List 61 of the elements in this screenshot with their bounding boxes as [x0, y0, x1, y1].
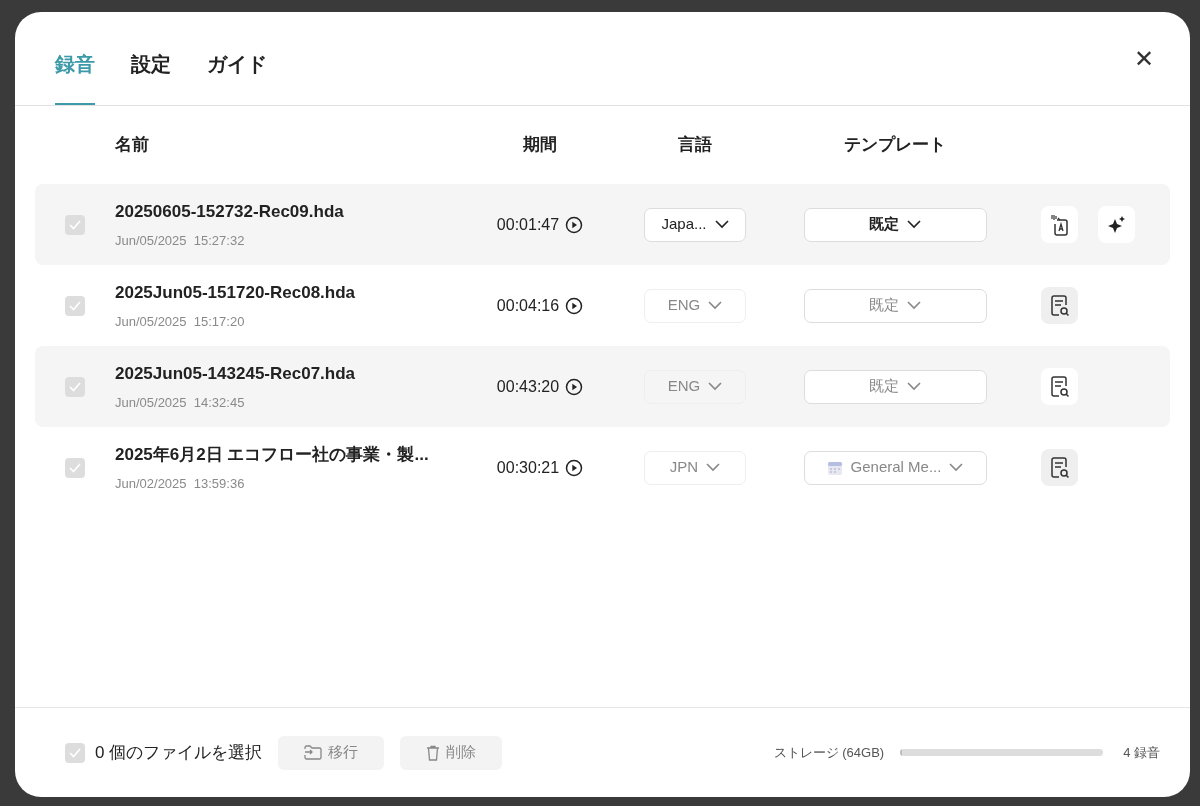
chevron-down-icon [949, 463, 964, 472]
play-icon[interactable] [565, 296, 584, 315]
check-icon [69, 462, 81, 473]
tab[interactable]: ガイド [207, 49, 267, 105]
document-search-icon [1049, 294, 1070, 317]
column-header: 期間 [522, 134, 558, 157]
ai-button[interactable] [1098, 206, 1135, 243]
selection-count: 0 個のファイルを選択 [95, 741, 263, 764]
chevron-down-icon [708, 382, 723, 391]
trash-icon [426, 744, 441, 761]
file-name: 20250605-152732-Rec09.hda [115, 201, 345, 223]
play-icon[interactable] [565, 377, 584, 396]
file-date: Jun/05/2025 15:17:20 [115, 312, 246, 331]
duration-text: 00:30:21 [496, 457, 560, 478]
column-header: 名前 [115, 134, 150, 157]
chevron-down-icon [714, 220, 729, 229]
summary-button[interactable] [1041, 449, 1078, 486]
language-dropdown[interactable]: Japa... [644, 207, 746, 242]
document-search-icon [1049, 456, 1070, 479]
check-icon [69, 300, 81, 311]
checkbox[interactable] [65, 214, 85, 235]
check-icon [69, 381, 81, 392]
check-icon [69, 219, 81, 230]
duration-text: 00:01:47 [496, 214, 560, 235]
check-icon [69, 747, 81, 758]
checkbox[interactable] [65, 295, 85, 316]
play-icon[interactable] [565, 458, 584, 477]
file-date: Jun/05/2025 15:27:32 [115, 231, 246, 250]
chevron-down-icon [907, 382, 921, 391]
delete-button[interactable]: 削除 [400, 735, 503, 770]
column-header: テンプレート [843, 134, 947, 157]
chevron-down-icon [907, 220, 921, 229]
file-date: Jun/05/2025 14:32:45 [115, 393, 246, 412]
document-search-icon [1049, 375, 1070, 398]
duration-text: 00:04:16 [496, 295, 560, 316]
tab[interactable]: 設定 [131, 49, 171, 105]
folder-icon [304, 744, 323, 761]
duration-text: 00:43:20 [496, 376, 560, 397]
file-name: 2025年6月2日 エコフロー社の事業・製... [115, 444, 430, 466]
move-button[interactable]: 移行 [278, 735, 385, 770]
tab[interactable]: 録音 [55, 49, 95, 105]
summary-button[interactable] [1041, 287, 1078, 324]
document-letter-icon [1049, 213, 1070, 236]
storage-label: ストレージ (64GB) [773, 743, 885, 762]
file-date: Jun/02/2025 13:59:36 [115, 474, 246, 493]
transcribe-button[interactable] [1041, 206, 1078, 243]
recording-count: 4 録音 [1123, 743, 1160, 762]
file-name: 2025Jun05-143245-Rec07.hda [115, 363, 357, 385]
sparkle-icon [1106, 214, 1127, 235]
chevron-down-icon [907, 301, 921, 310]
checkbox[interactable] [65, 376, 85, 397]
column-header: 言語 [677, 134, 713, 157]
summary-button[interactable] [1041, 368, 1078, 405]
template-dropdown[interactable]: 既定 [803, 207, 987, 242]
chevron-down-icon [708, 301, 723, 310]
chevron-down-icon [706, 463, 721, 472]
file-name: 2025Jun05-151720-Rec08.hda [115, 282, 357, 304]
close-button[interactable]: ✕ [1127, 46, 1160, 71]
checkbox[interactable] [65, 457, 85, 478]
select-all-checkbox[interactable] [65, 742, 85, 763]
play-icon[interactable] [565, 215, 584, 234]
